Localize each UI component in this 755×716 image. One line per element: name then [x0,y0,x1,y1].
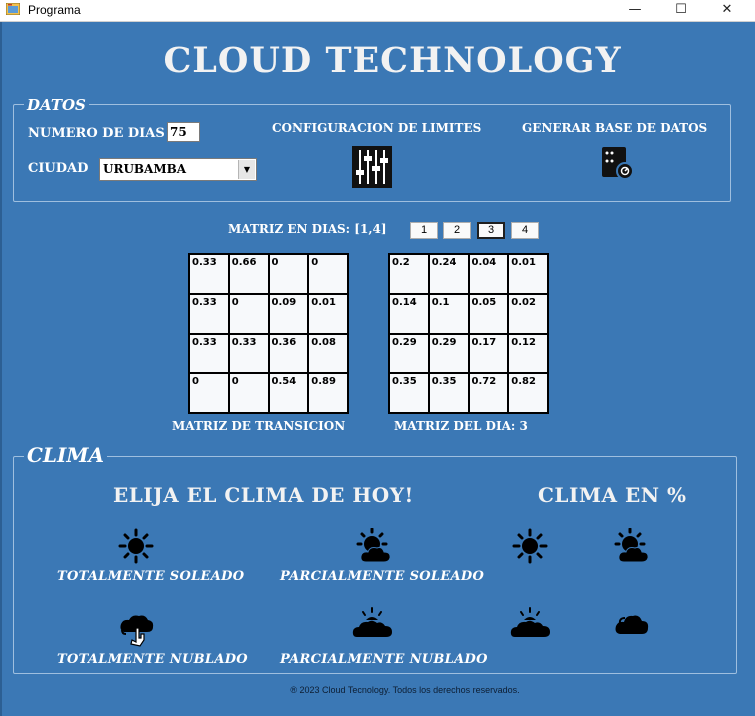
matrix-cell: 0.54 [269,374,308,412]
matriz-dia-grid: 0.2 0.24 0.04 0.01 0.14 0.1 0.05 0.02 0.… [388,253,549,414]
matrix-cell: 0.33 [229,334,268,373]
pct-soleado-indicator [512,528,548,564]
matrix-cell: 0.66 [229,255,268,293]
page-title: CLOUD TECHNOLOGY [163,40,622,81]
maximize-button[interactable]: ☐ [658,0,704,21]
parcialmente-nublado-label: PARCIALMENTE NUBLADO [280,652,488,667]
sliders-icon [352,146,392,188]
clouds-icon [120,615,154,647]
pct-nublado-indicator [614,608,650,638]
day-button-3[interactable]: 3 [477,222,505,239]
ciudad-label: CIUDAD [28,161,89,176]
matrix-cell: 0.08 [309,334,347,373]
cloud-with-sun-icon [510,607,550,637]
matrix-cell: 0.05 [469,294,508,333]
maximize-icon: ☐ [675,2,687,17]
matriz-dias-label: MATRIZ EN DIAS: [1,4] [228,222,387,236]
matrix-cell: 0.2 [390,255,428,293]
parcialmente-soleado-button[interactable] [354,528,394,566]
matrix-cell: 0.02 [509,294,547,333]
minimize-button[interactable]: — [612,0,658,21]
elija-clima-heading: ELIJA EL CLIMA DE HOY! [113,483,414,507]
matrix-cell: 0 [190,374,228,412]
matrix-cell: 0.72 [469,374,508,412]
matrix-cell: 0 [309,255,347,293]
matrix-cell: 0.33 [190,294,228,333]
matrix-cell: 0.36 [269,334,308,373]
matriz-transicion-label: MATRIZ DE TRANSICION [172,419,346,433]
parcialmente-soleado-label: PARCIALMENTE SOLEADO [280,569,485,584]
matriz-dia-label: MATRIZ DEL DIA: 3 [394,419,528,433]
totalmente-nublado-button[interactable] [118,610,156,648]
matriz-transicion-grid: 0.33 0.66 0 0 0.33 0 0.09 0.01 0.33 0.33… [188,253,349,414]
database-settings-icon [602,147,634,180]
config-limites-button[interactable] [352,146,392,188]
numero-dias-input[interactable]: 75 [167,122,200,142]
config-limites-label: CONFIGURACION DE LIMITES [272,121,482,135]
matrix-cell: 0.12 [509,334,547,373]
day-button-4[interactable]: 4 [511,222,539,239]
matrix-cell: 0.01 [509,255,547,293]
matrix-cell: 0 [269,255,308,293]
app-icon [6,3,20,15]
numero-dias-label: NUMERO DE DIAS [28,126,165,141]
matrix-cell: 0 [229,374,268,412]
matrix-cell: 0.29 [429,334,468,373]
pct-parcial-soleado-indicator [612,528,652,566]
chevron-down-icon[interactable]: ▼ [238,160,255,179]
matrix-cell: 0.82 [509,374,547,412]
sun-behind-cloud-icon [356,528,391,563]
matrix-cell: 0.04 [469,255,508,293]
close-button[interactable]: ✕ [704,0,750,21]
pct-parcial-nublado-indicator [510,606,552,640]
title-bar: Programa — ☐ ✕ [0,0,755,22]
clima-legend: CLIMA [24,443,107,467]
matrix-cell: 0.29 [390,334,428,373]
matrix-cell: 0 [229,294,268,333]
cloud-with-sun-icon [352,607,392,637]
matrix-cell: 0.1 [429,294,468,333]
day-button-2[interactable]: 2 [443,222,471,239]
generar-bd-button[interactable] [601,146,635,180]
totalmente-soleado-button[interactable] [118,528,154,564]
window-title: Programa [28,3,81,17]
datos-legend: DATOS [24,96,89,114]
clouds-icon [615,615,649,634]
matrix-cell: 0.33 [190,334,228,373]
matrix-cell: 0.24 [429,255,468,293]
ciudad-select[interactable]: URUBAMBA ▼ [99,158,257,181]
minimize-icon: — [628,2,642,17]
matrix-cell: 0.35 [429,374,468,412]
matrix-cell: 0.89 [309,374,347,412]
matrix-cell: 0.01 [309,294,347,333]
window-edge [0,22,2,716]
main-window: Programa — ☐ ✕ CLOUD TECHNOLOGY DATOS NU… [0,0,755,716]
generar-bd-label: GENERAR BASE DE DATOS [522,121,708,135]
sun-icon [118,528,154,564]
close-icon: ✕ [721,2,733,17]
clima-porcentaje-heading: CLIMA EN % [538,483,687,507]
totalmente-soleado-label: TOTALMENTE SOLEADO [57,569,245,584]
day-button-1[interactable]: 1 [410,222,438,239]
matrix-cell: 0.17 [469,334,508,373]
matrix-cell: 0.35 [390,374,428,412]
sun-icon [512,528,548,564]
sun-behind-cloud-icon [614,528,649,563]
matrix-cell: 0.09 [269,294,308,333]
matrix-cell: 0.33 [190,255,228,293]
parcialmente-nublado-button[interactable] [352,606,394,640]
footer-copyright: ® 2023 Cloud Tecnology. Todos los derech… [290,685,520,695]
matrix-cell: 0.14 [390,294,428,333]
totalmente-nublado-label: TOTALMENTE NUBLADO [57,652,248,667]
ciudad-value: URUBAMBA [103,162,187,176]
